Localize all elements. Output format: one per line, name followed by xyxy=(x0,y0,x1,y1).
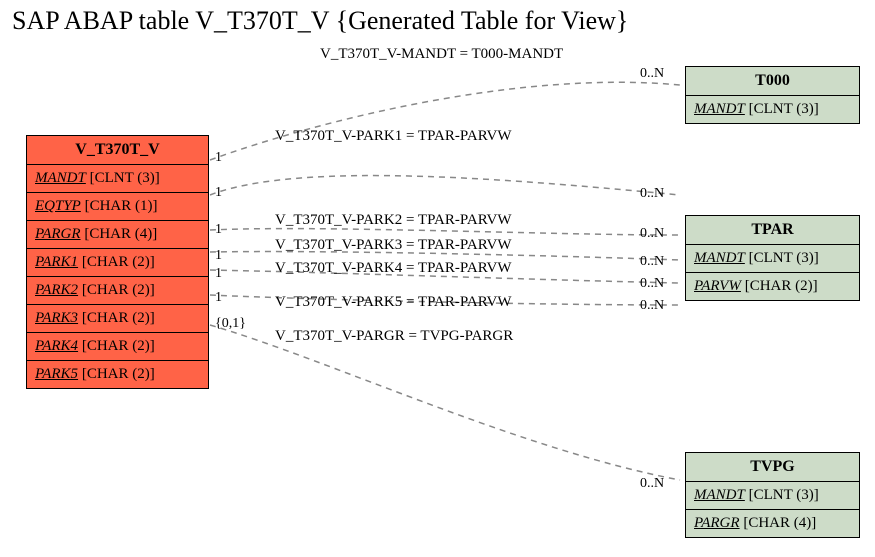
card-from-1a: 1 xyxy=(215,150,222,166)
card-from-1d: 1 xyxy=(215,248,222,264)
entity-tpar-header: TPAR xyxy=(686,216,859,245)
entity-tvpg-field: PARGR [CHAR (4)] xyxy=(686,510,859,537)
card-to-n0: 0..N xyxy=(640,66,664,82)
entity-main-field: PARK1 [CHAR (2)] xyxy=(27,249,208,277)
card-to-n6: 0..N xyxy=(640,476,664,492)
entity-tvpg: TVPG MANDT [CLNT (3)] PARGR [CHAR (4)] xyxy=(685,452,860,538)
entity-main-header: V_T370T_V xyxy=(27,136,208,165)
entity-tvpg-header: TVPG xyxy=(686,453,859,482)
card-from-1f: 1 xyxy=(215,290,222,306)
rel-label-park3: V_T370T_V-PARK3 = TPAR-PARVW xyxy=(275,237,511,254)
rel-label-pargr: V_T370T_V-PARGR = TVPG-PARGR xyxy=(275,328,513,345)
entity-tpar-field: MANDT [CLNT (3)] xyxy=(686,245,859,273)
entity-t000-header: T000 xyxy=(686,67,859,96)
rel-label-park2: V_T370T_V-PARK2 = TPAR-PARVW xyxy=(275,212,511,229)
entity-tpar-field: PARVW [CHAR (2)] xyxy=(686,273,859,300)
rel-label-park1: V_T370T_V-PARK1 = TPAR-PARVW xyxy=(275,128,511,145)
card-from-1c: 1 xyxy=(215,222,222,238)
entity-main-field: PARK4 [CHAR (2)] xyxy=(27,333,208,361)
rel-label-mandt: V_T370T_V-MANDT = T000-MANDT xyxy=(320,46,563,63)
card-to-n2: 0..N xyxy=(640,226,664,242)
entity-tvpg-field: MANDT [CLNT (3)] xyxy=(686,482,859,510)
entity-main-field: EQTYP [CHAR (1)] xyxy=(27,193,208,221)
card-from-1e: 1 xyxy=(215,266,222,282)
card-to-n3: 0..N xyxy=(640,254,664,270)
entity-main-field: PARGR [CHAR (4)] xyxy=(27,221,208,249)
rel-label-park4: V_T370T_V-PARK4 = TPAR-PARVW xyxy=(275,260,511,277)
card-to-n5: 0..N xyxy=(640,298,664,314)
entity-main: V_T370T_V MANDT [CLNT (3)] EQTYP [CHAR (… xyxy=(26,135,209,389)
entity-main-field: PARK5 [CHAR (2)] xyxy=(27,361,208,388)
diagram-title: SAP ABAP table V_T370T_V {Generated Tabl… xyxy=(12,6,628,36)
entity-main-field: MANDT [CLNT (3)] xyxy=(27,165,208,193)
card-from-01: {0,1} xyxy=(215,316,246,332)
card-to-n4: 0..N xyxy=(640,276,664,292)
entity-main-field: PARK2 [CHAR (2)] xyxy=(27,277,208,305)
rel-label-park5: V_T370T_V-PARK5 = TPAR-PARVW xyxy=(275,294,511,311)
entity-main-field: PARK3 [CHAR (2)] xyxy=(27,305,208,333)
entity-t000: T000 MANDT [CLNT (3)] xyxy=(685,66,860,124)
entity-tpar: TPAR MANDT [CLNT (3)] PARVW [CHAR (2)] xyxy=(685,215,860,301)
card-to-n1: 0..N xyxy=(640,186,664,202)
card-from-1b: 1 xyxy=(215,185,222,201)
entity-t000-field: MANDT [CLNT (3)] xyxy=(686,96,859,123)
